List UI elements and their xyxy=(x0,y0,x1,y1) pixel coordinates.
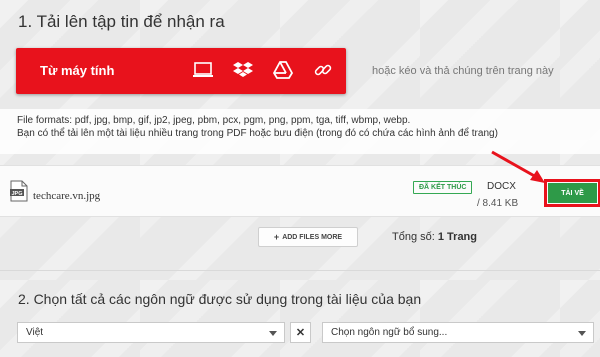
section-2-title: 2. Chọn tất cả các ngôn ngữ được sử dụng… xyxy=(18,291,422,307)
chevron-down-icon xyxy=(578,331,586,336)
additional-language-select[interactable]: Chọn ngôn ngữ bổ sung... xyxy=(322,322,594,343)
file-name: techcare.vn.jpg xyxy=(33,190,101,202)
add-files-label: ADD FILES MORE xyxy=(282,233,343,241)
upload-button-label: Từ máy tính xyxy=(40,63,115,78)
section-divider xyxy=(0,270,600,271)
annotation-arrow-icon xyxy=(491,150,545,183)
drag-drop-hint: hoặc kéo và thả chúng trên trang này xyxy=(372,65,554,77)
google-drive-icon[interactable] xyxy=(272,59,294,81)
file-type-label: JPG xyxy=(11,191,22,197)
page-total-label: Tổng số: xyxy=(392,231,435,243)
page-total-value: 1 Trang xyxy=(437,231,477,243)
language-select[interactable]: Việt xyxy=(17,322,285,343)
computer-icon[interactable] xyxy=(192,59,214,81)
upload-from-computer-button[interactable]: Từ máy tính xyxy=(16,48,346,94)
multipage-info-text: Bạn có thể tải lên một tài liệu nhiều tr… xyxy=(17,128,498,139)
clear-language-button[interactable]: ✕ xyxy=(290,322,311,343)
page-total: Tổng số: 1 Trang xyxy=(392,231,477,243)
plus-icon: + xyxy=(273,232,280,242)
additional-language-placeholder: Chọn ngôn ngữ bổ sung... xyxy=(331,327,448,338)
link-icon[interactable] xyxy=(312,59,334,81)
download-button[interactable]: TẢI VỀ xyxy=(548,183,597,203)
section-1-title: 1. Tải lên tập tin để nhận ra xyxy=(18,12,225,31)
output-file-size: / 8.41 KB xyxy=(477,198,519,209)
add-files-more-button[interactable]: + ADD FILES MORE xyxy=(258,227,358,247)
dropbox-icon[interactable] xyxy=(232,59,254,81)
chevron-down-icon xyxy=(269,331,277,336)
language-selected-value: Việt xyxy=(26,327,44,338)
supported-formats-text: File formats: pdf, jpg, bmp, gif, jp2, j… xyxy=(17,115,411,126)
status-badge: ĐÃ KẾT THÚC xyxy=(413,181,473,194)
jpg-file-icon: JPG xyxy=(10,180,28,202)
